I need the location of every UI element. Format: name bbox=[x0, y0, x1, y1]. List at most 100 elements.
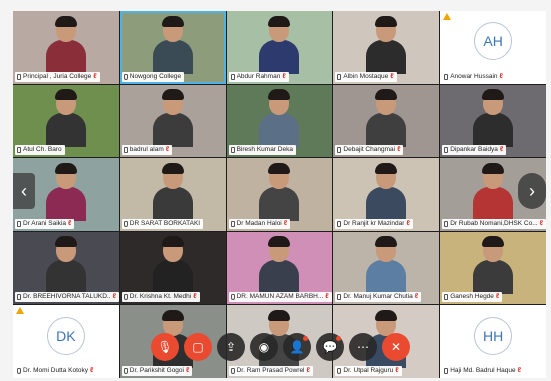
muted-mic-icon: ℓ bbox=[517, 366, 522, 374]
participant-tile[interactable]: Dr. BREEHIVORNA TALUKD... ℓ bbox=[13, 231, 119, 305]
video-off-icon: ▢ bbox=[192, 340, 204, 354]
participant-tile[interactable]: Nowgong College bbox=[119, 11, 226, 84]
phone-icon bbox=[230, 220, 235, 227]
participant-name-label: Dr. Manuj Kumar Chutia ℓ bbox=[335, 292, 422, 303]
participant-name-label: Dr. Momi Dutta Kotoky ℓ bbox=[15, 365, 97, 376]
close-icon: ✕ bbox=[390, 340, 402, 354]
participant-name-label: DR. MAMUN AZAM BARBH... ℓ bbox=[228, 292, 332, 303]
participant-figure bbox=[152, 15, 193, 74]
participant-name: Dr. Momi Dutta Kotoky bbox=[23, 366, 89, 374]
previous-page-button[interactable]: ‹ bbox=[13, 172, 35, 209]
participant-name: DR. MAMUN AZAM BARBH... bbox=[236, 293, 324, 301]
microphone-icon bbox=[17, 367, 21, 374]
muted-mic-icon: ℓ bbox=[165, 146, 170, 154]
muted-mic-icon: ℓ bbox=[395, 366, 399, 374]
participant-name: Dr. BREEHIVORNA TALUKD... bbox=[23, 293, 111, 301]
participant-name: Dr. Manuj Kumar Chutia bbox=[343, 293, 413, 301]
participant-tile[interactable]: Abdur Rahman ℓ bbox=[226, 11, 333, 84]
phone-icon bbox=[444, 147, 449, 154]
participant-name-label: Dr Ranjit kr Mazindar ℓ bbox=[335, 218, 413, 229]
participant-name: Anowar Hussain bbox=[450, 72, 498, 80]
participant-name: Dr Rubab Nomani,DHSK Co... bbox=[450, 219, 538, 227]
avatar: DK bbox=[46, 316, 85, 355]
participant-figure bbox=[259, 15, 300, 74]
participant-tile[interactable]: HH Haji Md. Badrul Haque ℓ bbox=[440, 305, 546, 378]
participant-tile[interactable]: Dr. Manuj Kumar Chutia ℓ bbox=[333, 231, 440, 305]
participant-tile[interactable]: DK Dr. Momi Dutta Kotoky ℓ bbox=[13, 305, 119, 378]
muted-mic-icon: ℓ bbox=[93, 72, 97, 80]
participant-name-label: Albin Mostaque ℓ bbox=[335, 71, 397, 82]
participant-name-label: Dr Madan Haloi ℓ bbox=[228, 218, 291, 229]
participant-tile[interactable]: Dipankar Baidya ℓ bbox=[440, 84, 546, 158]
participant-tile[interactable]: Principal , Juria College ℓ bbox=[13, 11, 119, 84]
participant-name-label: Dr Rubab Nomani,DHSK Co... ℓ bbox=[442, 218, 546, 229]
chat-button[interactable]: 💬 bbox=[316, 333, 344, 361]
participant-name: Atul Ch. Baro bbox=[23, 146, 62, 154]
participant-name: Dr. Krishna Kt. Medhi bbox=[129, 293, 192, 301]
next-page-button[interactable]: › bbox=[518, 172, 546, 209]
participant-name-label: Dr. Ram Prasad Powrel ℓ bbox=[228, 365, 313, 376]
participant-tile[interactable]: DR SARAT BORKATAKI bbox=[119, 158, 226, 231]
participant-tile[interactable]: AH Anowar Hussain ℓ bbox=[440, 11, 546, 84]
phone-icon bbox=[337, 220, 342, 227]
microphone-icon bbox=[123, 73, 128, 80]
more-button[interactable]: ⋯ bbox=[349, 333, 377, 361]
participant-name-label: Dr Arani Saikia ℓ bbox=[15, 218, 75, 229]
notification-dot bbox=[336, 336, 341, 341]
participant-name: Dr. Utpal Rajguru bbox=[343, 366, 394, 374]
participant-figure bbox=[366, 89, 407, 148]
participant-figure bbox=[259, 89, 300, 148]
record-button[interactable]: ◉ bbox=[250, 333, 278, 361]
participant-name-label: Dr. BREEHIVORNA TALUKD... ℓ bbox=[15, 292, 119, 303]
participant-name: Dipankar Baidya bbox=[450, 146, 498, 154]
warning-icon bbox=[443, 13, 452, 20]
phone-icon bbox=[337, 294, 342, 301]
participant-tile[interactable]: Albin Mostaque ℓ bbox=[333, 11, 440, 84]
participant-tile[interactable]: Atul Ch. Baro bbox=[13, 84, 119, 158]
participant-figure bbox=[152, 162, 193, 221]
muted-mic-icon: ℓ bbox=[306, 366, 310, 374]
participant-tile[interactable]: Dr. Krishna Kt. Medhi ℓ bbox=[119, 231, 226, 305]
notification-dot bbox=[303, 336, 308, 341]
participant-tile[interactable]: Dr Ranjit kr Mazindar ℓ bbox=[333, 158, 440, 231]
share-screen-button[interactable]: ⇪ bbox=[217, 333, 245, 361]
mute-mic-button[interactable]: 🎙 bbox=[151, 333, 179, 361]
participant-tile[interactable]: Dr Madan Haloi ℓ bbox=[226, 158, 333, 231]
mic-off-icon: 🎙 bbox=[157, 340, 173, 354]
participant-name-label: Ganesh Hegde ℓ bbox=[442, 292, 503, 303]
participant-tile[interactable]: Biresh Kumar Deka bbox=[226, 84, 333, 158]
stop-video-button[interactable]: ▢ bbox=[184, 333, 212, 361]
participant-name-label: Debajit Changmai ℓ bbox=[335, 145, 404, 156]
muted-mic-icon: ℓ bbox=[193, 293, 197, 301]
participant-name-label: Principal , Juria College ℓ bbox=[15, 71, 100, 82]
phone-icon bbox=[337, 147, 342, 154]
leave-button[interactable]: ✕ bbox=[382, 333, 410, 361]
participants-button[interactable]: 👤 bbox=[283, 333, 311, 361]
phone-icon bbox=[337, 73, 342, 80]
participant-figure bbox=[152, 89, 193, 148]
participant-name: Dr. Ram Prasad Powrel bbox=[236, 366, 305, 374]
participant-figure bbox=[152, 236, 193, 295]
participant-tile[interactable]: Debajit Changmai ℓ bbox=[333, 84, 440, 158]
phone-icon bbox=[444, 294, 449, 301]
chevron-left-icon: ‹ bbox=[21, 180, 27, 201]
participant-name: Dr Arani Saikia bbox=[23, 219, 66, 227]
muted-mic-icon: ℓ bbox=[325, 293, 329, 301]
participant-figure bbox=[366, 162, 407, 221]
muted-mic-icon: ℓ bbox=[397, 146, 401, 154]
muted-mic-icon: ℓ bbox=[499, 146, 504, 154]
muted-mic-icon: ℓ bbox=[406, 219, 410, 227]
participant-name-label: DR SARAT BORKATAKI bbox=[121, 218, 204, 229]
participant-tile[interactable]: DR. MAMUN AZAM BARBH... ℓ bbox=[226, 231, 333, 305]
participant-name: Dr. Parikshit Gogoi bbox=[129, 366, 184, 374]
muted-mic-icon: ℓ bbox=[539, 219, 544, 227]
phone-icon bbox=[17, 147, 21, 154]
microphone-icon bbox=[337, 367, 342, 374]
participant-tile[interactable]: badrul alam ℓ bbox=[119, 84, 226, 158]
participant-tile[interactable]: Ganesh Hegde ℓ bbox=[440, 231, 546, 305]
participant-grid: Principal , Juria College ℓ Nowgong Colleg… bbox=[13, 11, 546, 378]
participant-figure bbox=[45, 89, 86, 148]
muted-mic-icon: ℓ bbox=[68, 219, 72, 227]
participant-name-label: Dr. Parikshit Gogoi ℓ bbox=[121, 365, 193, 376]
participant-name-label: Dr. Utpal Rajguru ℓ bbox=[335, 365, 402, 376]
